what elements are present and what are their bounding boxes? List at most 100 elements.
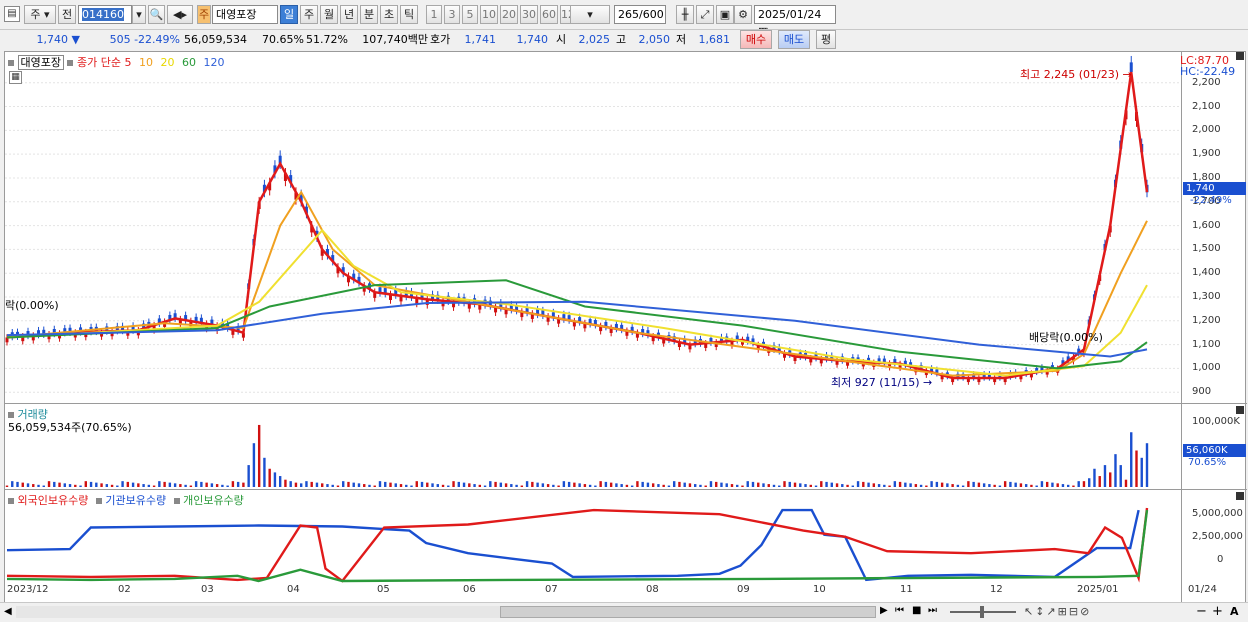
- draw-tools-icon[interactable]: ↖↕↗⊞⊟⊘: [1024, 605, 1091, 618]
- legend-ma5[interactable]: 5: [124, 56, 131, 69]
- period-tab[interactable]: 틱: [400, 5, 418, 24]
- minute-button[interactable]: 20: [500, 5, 518, 24]
- eval-button[interactable]: 평: [816, 30, 836, 49]
- panel-max-icon[interactable]: [1236, 406, 1244, 414]
- scroll-right-icon[interactable]: ▶: [880, 605, 888, 616]
- panel-max-icon[interactable]: [1236, 52, 1244, 60]
- zoom-out-icon[interactable]: −: [1196, 604, 1207, 619]
- minute-button[interactable]: 30: [520, 5, 538, 24]
- minute-button[interactable]: 3: [444, 5, 460, 24]
- chart-menu-icon[interactable]: ▤: [4, 6, 20, 22]
- volume-bar: [1082, 481, 1086, 487]
- volume-bar: [389, 482, 392, 487]
- volume-bar: [993, 484, 996, 487]
- legend-ma60[interactable]: 60: [182, 56, 196, 69]
- sound-icon[interactable]: ◀▸: [167, 5, 193, 24]
- volume-bar: [268, 468, 271, 487]
- period-tab[interactable]: 월: [320, 5, 338, 24]
- legend-ma120[interactable]: 120: [203, 56, 224, 69]
- stop-icon[interactable]: ■: [912, 605, 921, 616]
- candle-icon[interactable]: ╫: [676, 5, 694, 24]
- table-icon[interactable]: ▦: [9, 71, 22, 84]
- volume-bar: [194, 481, 198, 487]
- volume-bar: [620, 484, 623, 487]
- volume-bar: [1145, 443, 1149, 487]
- volume-bar: [173, 483, 177, 487]
- moving-averages: [6, 71, 1149, 380]
- stock-badge: 주: [197, 5, 211, 24]
- search-icon[interactable]: 🔍: [148, 5, 165, 24]
- holder-line-1: [6, 507, 1149, 583]
- bid-value: 1,741: [464, 33, 497, 46]
- legend-ma20[interactable]: 20: [160, 56, 174, 69]
- minute-button[interactable]: 10: [480, 5, 498, 24]
- volume-bar: [609, 482, 613, 487]
- volume-bar: [504, 483, 508, 487]
- x-axis-label: 03: [201, 584, 214, 595]
- volume-bar: [877, 484, 881, 487]
- panel-divider[interactable]: [5, 403, 1247, 404]
- period-tab[interactable]: 일: [280, 5, 298, 24]
- market-select[interactable]: 주 ▾: [24, 5, 56, 24]
- price-y-tick: 2,100: [1192, 100, 1221, 112]
- volume-bar: [531, 481, 534, 487]
- scroll-thumb[interactable]: [500, 606, 876, 618]
- sell-button[interactable]: 매도: [778, 30, 810, 49]
- holder-line-2: [6, 509, 1149, 583]
- volume-bar: [284, 479, 287, 487]
- zoom-icon[interactable]: ⤢: [696, 5, 714, 24]
- volume-bar: [457, 481, 460, 487]
- zoom-slider-handle[interactable]: [980, 606, 984, 618]
- period-tab[interactable]: 분: [360, 5, 378, 24]
- count-dropdown[interactable]: ▾: [570, 5, 610, 24]
- period-tab[interactable]: 초: [380, 5, 398, 24]
- count-field[interactable]: 265/600: [614, 5, 666, 24]
- legend-stock-name[interactable]: 대영포장: [17, 55, 64, 70]
- volume-bar: [368, 484, 371, 487]
- minute-button[interactable]: 60: [540, 5, 558, 24]
- volume-bar: [814, 485, 818, 487]
- legend-close-label[interactable]: 종가 단순: [77, 56, 121, 69]
- volume-bar: [436, 484, 439, 487]
- volume-bar: [940, 482, 944, 487]
- volume-bar: [426, 482, 429, 487]
- auto-icon[interactable]: A: [1230, 605, 1239, 618]
- date-input[interactable]: 2025/01/24 ▦: [754, 5, 836, 38]
- scroll-left-icon[interactable]: ◀: [4, 606, 12, 617]
- volume-bar: [541, 483, 545, 487]
- rewind-icon[interactable]: ⏮: [895, 605, 904, 616]
- volume-bar: [746, 481, 749, 487]
- panel-divider[interactable]: [5, 489, 1247, 490]
- chart-scrollbar[interactable]: ◀ ▶ ⏮ ■ ⏭ ↖↕↗⊞⊟⊘ − + A: [0, 602, 1248, 622]
- legend-foreign[interactable]: 외국인보유수량: [18, 494, 89, 507]
- legend-inst[interactable]: 기관보유수량: [105, 494, 166, 507]
- gear-icon[interactable]: ⚙: [734, 5, 752, 24]
- volume-bar: [862, 481, 865, 487]
- forward-icon[interactable]: ⏭: [928, 605, 937, 616]
- legend-indiv[interactable]: 개인보유수량: [183, 494, 244, 507]
- volume-bar: [830, 482, 833, 487]
- volume-bar: [725, 483, 728, 487]
- volume-bar: [26, 483, 30, 487]
- period-tab[interactable]: 년: [340, 5, 358, 24]
- change-pct: -22.49%: [134, 33, 180, 46]
- volume-bar: [410, 485, 413, 487]
- stock-name-field[interactable]: 대영포장: [212, 5, 278, 24]
- legend-ma10[interactable]: 10: [139, 56, 153, 69]
- chart-area[interactable]: 대영포장 종가 단순 5 10 20 60 120 ▦ LC:87.70 HC:…: [4, 51, 1247, 604]
- low-label: 저: [676, 33, 687, 46]
- volume-bar: [772, 484, 776, 487]
- price-y-tick: 2,200: [1192, 76, 1221, 88]
- volume-bar: [904, 482, 907, 487]
- panel-max-icon[interactable]: [1236, 492, 1244, 500]
- minute-button[interactable]: 5: [462, 5, 478, 24]
- code-input[interactable]: 014160: [78, 5, 132, 24]
- volume-bar: [483, 485, 487, 487]
- buy-button[interactable]: 매수: [740, 30, 772, 49]
- save-icon[interactable]: ▣: [716, 5, 734, 24]
- minute-button[interactable]: 1: [426, 5, 442, 24]
- zoom-in-icon[interactable]: +: [1212, 604, 1223, 619]
- code-dropdown-icon[interactable]: ▾: [132, 5, 146, 24]
- period-tab[interactable]: 주: [300, 5, 318, 24]
- prev-button[interactable]: 전: [58, 5, 76, 24]
